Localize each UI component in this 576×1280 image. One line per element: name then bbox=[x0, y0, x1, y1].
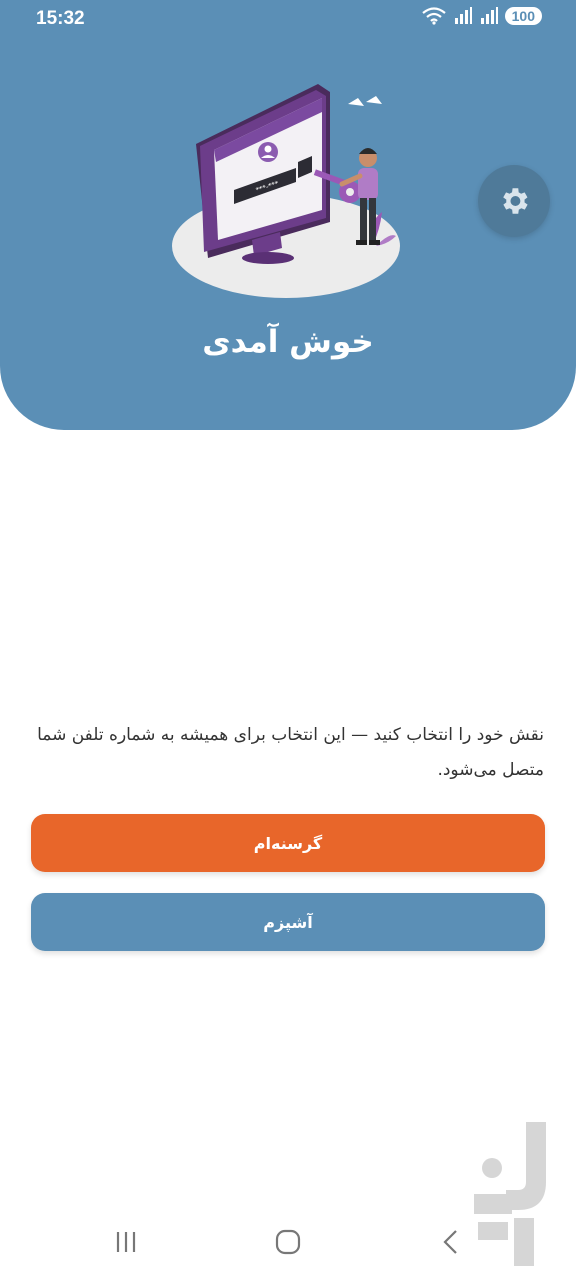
signal-icon bbox=[454, 7, 472, 24]
gear-icon bbox=[503, 188, 528, 214]
header-banner: 15:32 100 ***-*** خوش آمدی bbox=[0, 0, 576, 430]
signal-icon bbox=[480, 7, 498, 24]
status-bar: 15:32 100 bbox=[0, 0, 576, 38]
wifi-icon bbox=[421, 7, 446, 25]
recent-apps-icon[interactable] bbox=[112, 1228, 140, 1256]
screen: 15:32 100 ***-*** خوش آمدی نقش خود را ان… bbox=[0, 0, 576, 1280]
battery-icon: 100 bbox=[504, 7, 542, 25]
computer-login-key-illustration: ***-*** bbox=[172, 84, 400, 298]
status-time: 15:32 bbox=[36, 8, 85, 29]
home-icon[interactable] bbox=[274, 1228, 302, 1256]
back-icon[interactable] bbox=[438, 1228, 466, 1256]
navigation-bar bbox=[0, 1210, 576, 1280]
role-description: نقش خود را انتخاب کنید — این انتخاب برای… bbox=[37, 725, 544, 780]
hungry-button[interactable]: گرسنه‌ام bbox=[31, 814, 545, 872]
status-icons: 100 bbox=[421, 7, 542, 25]
settings-button[interactable] bbox=[478, 165, 550, 237]
chef-button[interactable]: آشپزم bbox=[31, 893, 545, 951]
welcome-title: خوش آمدی bbox=[202, 324, 374, 360]
